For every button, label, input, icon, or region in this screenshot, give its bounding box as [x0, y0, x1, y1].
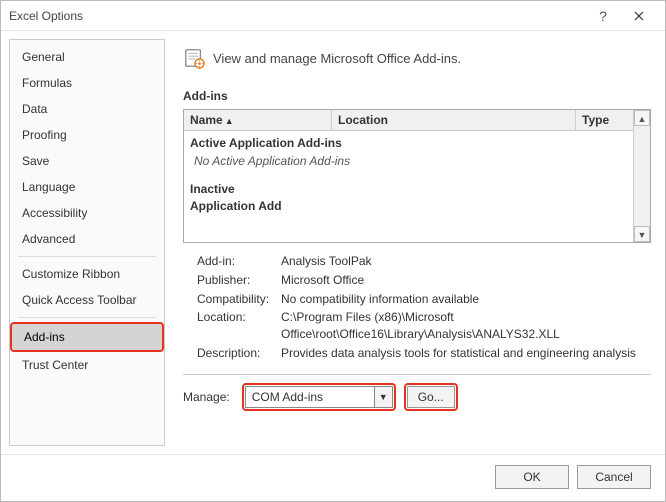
sidebar-item-accessibility[interactable]: Accessibility — [10, 200, 164, 226]
manage-label: Manage: — [183, 390, 234, 404]
detail-publisher-label: Publisher: — [183, 272, 281, 289]
group-active-empty: No Active Application Add-ins — [188, 153, 629, 170]
chevron-down-icon[interactable]: ▼ — [374, 387, 392, 407]
addins-list[interactable]: Name▲ Location Type Active Application A… — [183, 109, 651, 243]
sort-asc-icon: ▲ — [225, 116, 234, 126]
sidebar-item-proofing[interactable]: Proofing — [10, 122, 164, 148]
dialog-footer: OK Cancel — [1, 454, 665, 501]
sidebar-separator — [18, 256, 156, 257]
ok-button[interactable]: OK — [495, 465, 569, 489]
close-button[interactable] — [621, 2, 657, 30]
go-button[interactable]: Go... — [407, 386, 455, 408]
category-sidebar: General Formulas Data Proofing Save Lang… — [9, 39, 165, 446]
cancel-button[interactable]: Cancel — [577, 465, 651, 489]
detail-description-value: Provides data analysis tools for statist… — [281, 345, 651, 362]
sidebar-item-customize-ribbon[interactable]: Customize Ribbon — [10, 261, 164, 287]
sidebar-item-general[interactable]: General — [10, 44, 164, 70]
window-title: Excel Options — [9, 9, 585, 23]
detail-publisher-value: Microsoft Office — [281, 272, 651, 289]
scroll-down-icon[interactable]: ▼ — [634, 226, 650, 242]
addins-header: Name▲ Location Type — [184, 110, 650, 131]
sidebar-item-advanced[interactable]: Advanced — [10, 226, 164, 252]
titlebar: Excel Options ? — [1, 1, 665, 31]
group-inactive-line2: Application Add — [188, 197, 629, 216]
detail-addin-label: Add-in: — [183, 253, 281, 270]
sidebar-item-save[interactable]: Save — [10, 148, 164, 174]
addin-details: Add-in: Analysis ToolPak Publisher: Micr… — [183, 251, 651, 364]
detail-compat-label: Compatibility: — [183, 291, 281, 308]
section-label: Add-ins — [183, 89, 651, 103]
group-active: Active Application Add-ins — [188, 134, 629, 153]
detail-addin-value: Analysis ToolPak — [281, 253, 651, 270]
main-panel: View and manage Microsoft Office Add-ins… — [165, 31, 665, 454]
sidebar-separator — [18, 317, 156, 318]
sidebar-item-trust-center[interactable]: Trust Center — [10, 352, 164, 378]
scroll-up-icon[interactable]: ▲ — [634, 110, 650, 126]
sidebar-item-addins[interactable]: Add-ins — [10, 322, 164, 352]
heading-text: View and manage Microsoft Office Add-ins… — [213, 51, 461, 66]
addins-icon — [183, 47, 205, 69]
column-location[interactable]: Location — [332, 110, 576, 130]
detail-description-label: Description: — [183, 345, 281, 362]
manage-dropdown-value: COM Add-ins — [246, 390, 374, 404]
column-name[interactable]: Name▲ — [184, 110, 332, 130]
detail-location-label: Location: — [183, 309, 281, 343]
scrollbar[interactable]: ▲ ▼ — [633, 110, 650, 242]
sidebar-item-language[interactable]: Language — [10, 174, 164, 200]
detail-location-value: C:\Program Files (x86)\Microsoft Office\… — [281, 309, 651, 343]
excel-options-dialog: Excel Options ? General Formulas Data Pr… — [0, 0, 666, 502]
sidebar-item-quick-access[interactable]: Quick Access Toolbar — [10, 287, 164, 313]
manage-dropdown[interactable]: COM Add-ins ▼ — [245, 386, 393, 408]
help-button[interactable]: ? — [585, 2, 621, 30]
divider — [183, 374, 651, 375]
detail-compat-value: No compatibility information available — [281, 291, 651, 308]
sidebar-item-formulas[interactable]: Formulas — [10, 70, 164, 96]
sidebar-item-data[interactable]: Data — [10, 96, 164, 122]
